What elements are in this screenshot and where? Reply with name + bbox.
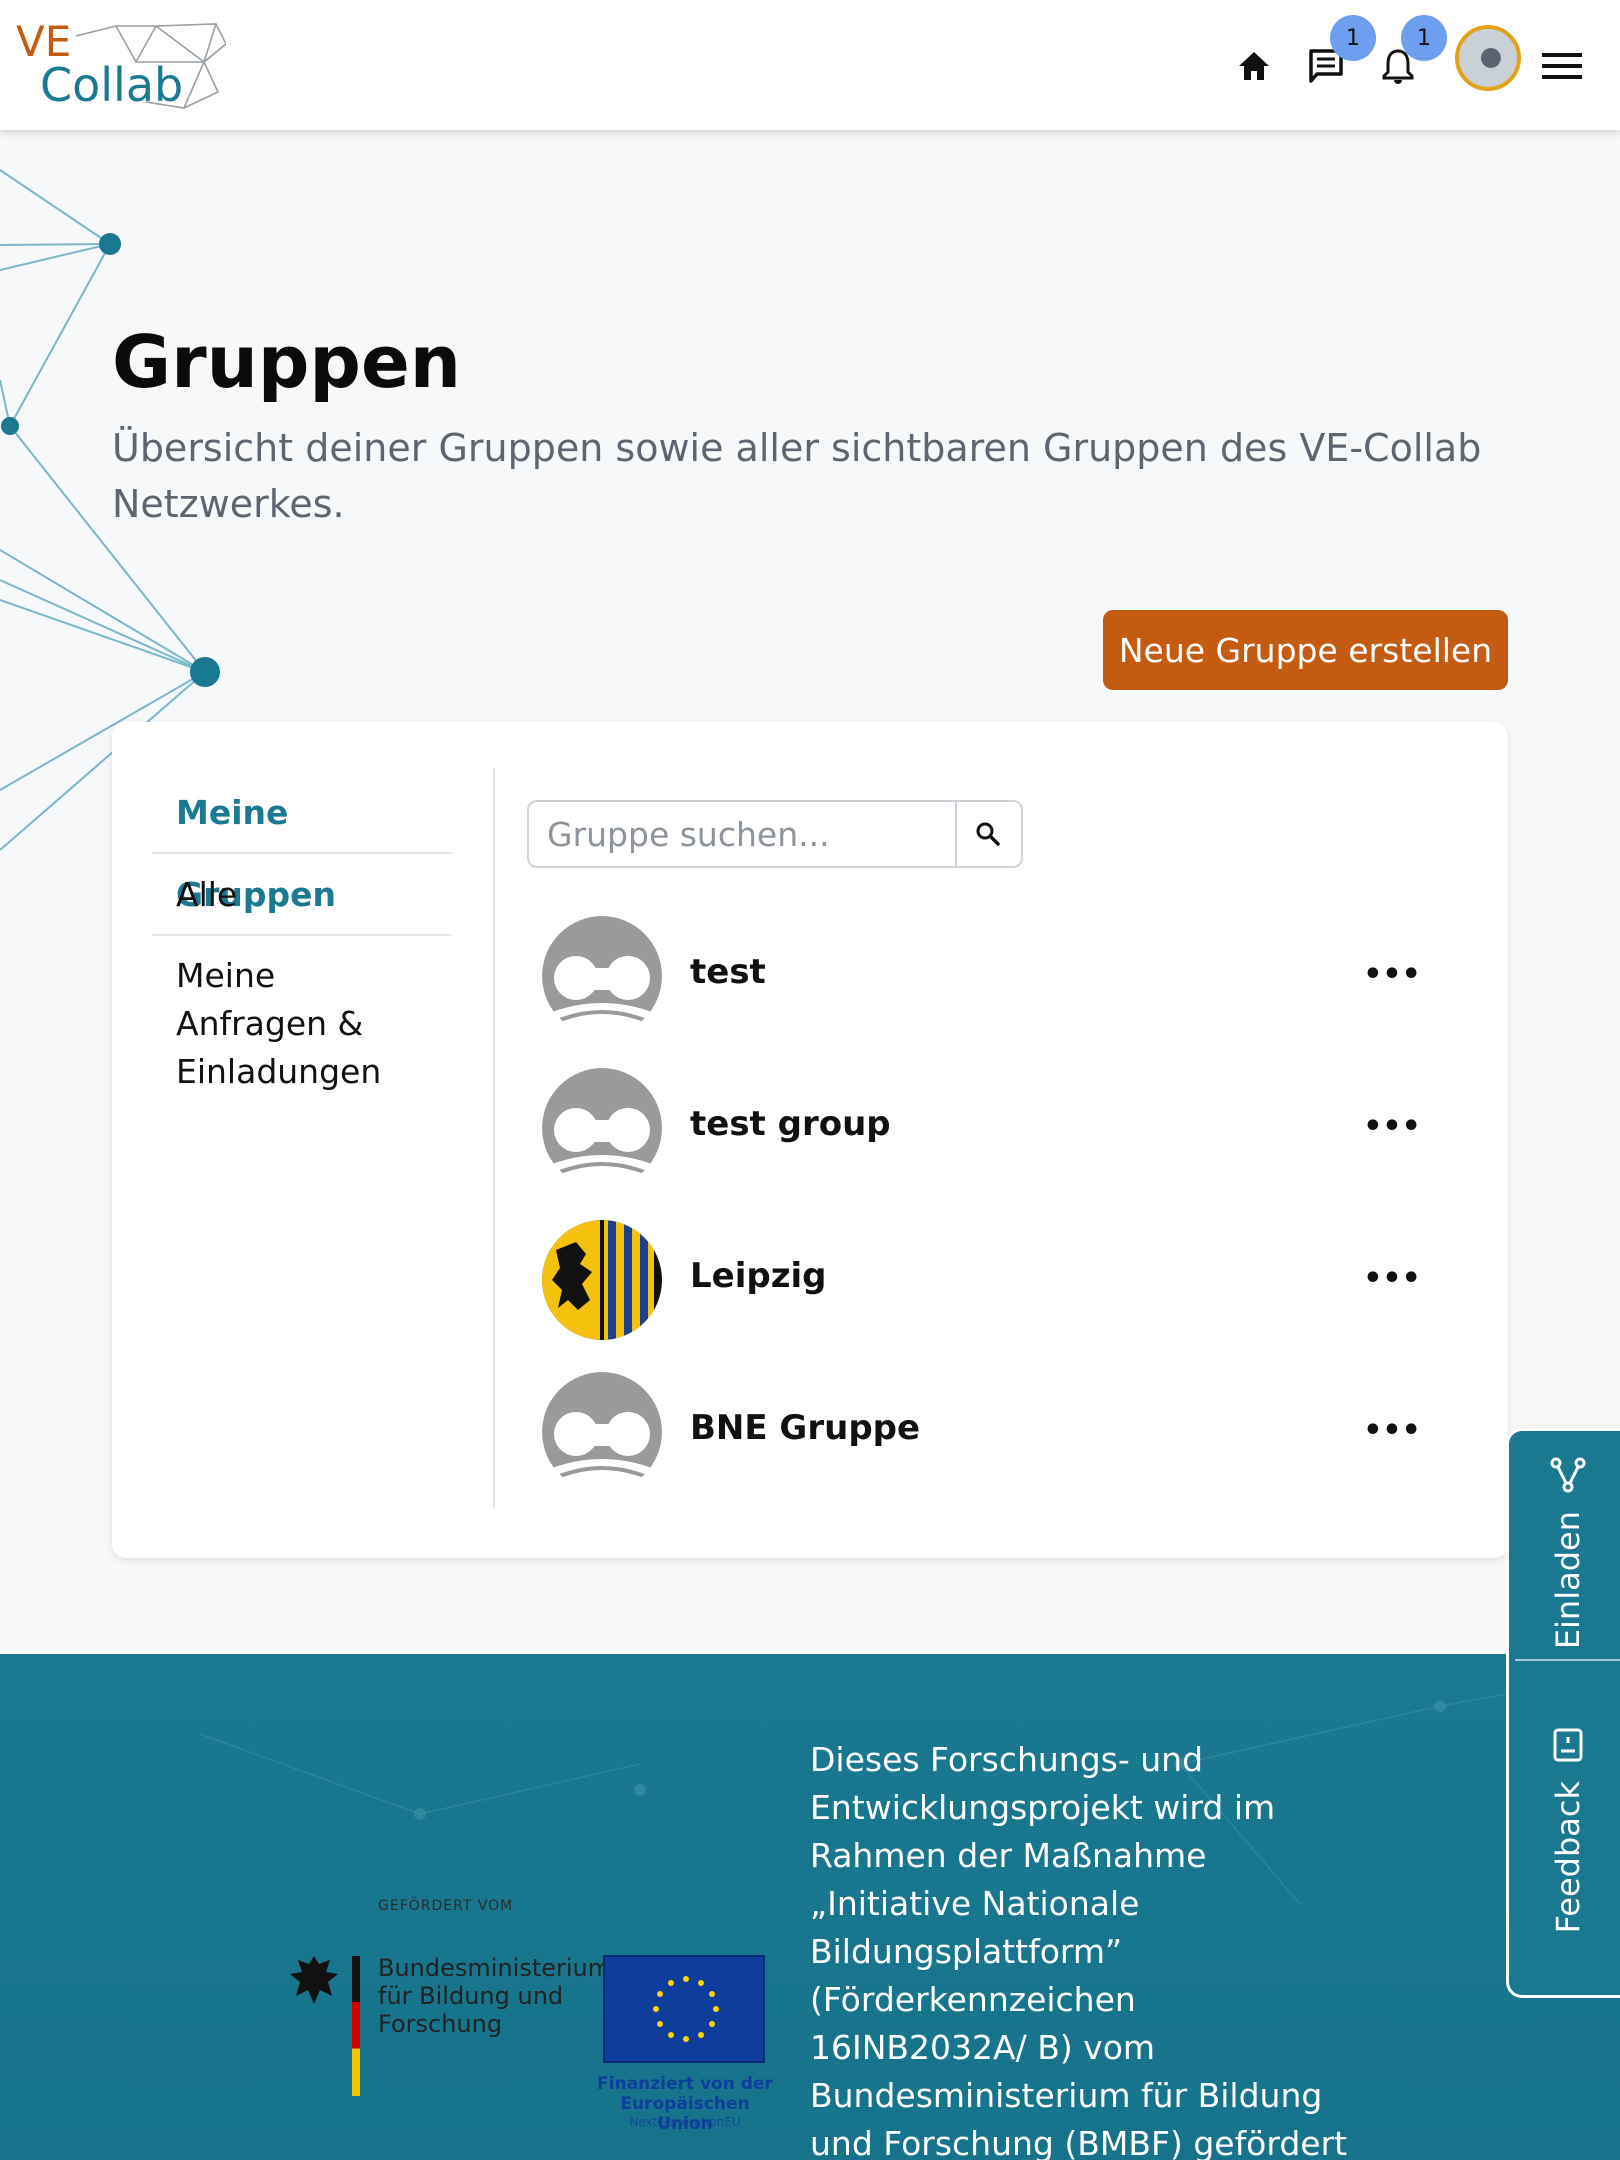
notifications-badge: 1 <box>1401 15 1447 61</box>
bmbf-logo: Bundesministerium für Bildung und Forsch… <box>286 1950 611 2100</box>
feedback-label: Feedback <box>1549 1781 1587 1934</box>
flag-stripe <box>352 1956 360 2096</box>
more-options-icon[interactable]: ••• <box>1362 1098 1422 1154</box>
bmbf-name: Bundesministerium für Bildung und Forsch… <box>378 1954 612 2038</box>
sidenav-item-my-groups[interactable]: Meine Gruppen <box>152 772 452 914</box>
group-name[interactable]: BNE Gruppe <box>690 1408 920 1448</box>
new-group-button[interactable]: Neue Gruppe erstellen <box>1103 610 1508 690</box>
eu-flag <box>603 1955 765 2063</box>
group-name[interactable]: test <box>690 952 766 992</box>
invite-tab[interactable]: Einladen <box>1509 1457 1620 1649</box>
funded-by-label: GEFÖRDERT VOM <box>378 1898 514 1914</box>
eu-stars-icon <box>653 1976 719 2042</box>
groups-card: Meine Gruppen Alle Meine Anfragen & Einl… <box>112 722 1508 1558</box>
page-title: Gruppen <box>112 320 462 404</box>
feedback-tab[interactable]: Feedback <box>1509 1727 1620 1933</box>
default-group-avatar-icon <box>542 916 662 1036</box>
default-group-avatar-icon <box>542 1068 662 1188</box>
more-options-icon[interactable]: ••• <box>1362 1402 1422 1458</box>
group-list-item[interactable]: Leipzig ••• <box>542 1220 1442 1344</box>
group-name[interactable]: Leipzig <box>690 1256 827 1296</box>
group-name[interactable]: test group <box>690 1104 891 1144</box>
tab-separator <box>1515 1659 1620 1661</box>
groups-sidenav: Meine Gruppen Alle Meine Anfragen & Einl… <box>152 772 452 1096</box>
page-subtitle: Übersicht deiner Gruppen sowie aller sic… <box>112 426 1482 526</box>
eu-next-generation-text: NextGenerationEU <box>629 2115 741 2129</box>
federal-eagle-icon <box>290 1956 338 2004</box>
vertical-divider <box>493 768 495 1508</box>
group-search-input[interactable] <box>529 802 957 866</box>
group-list-item[interactable]: BNE Gruppe ••• <box>542 1372 1442 1496</box>
ve-collab-logo[interactable]: VE Collab <box>16 18 226 113</box>
logo-collab-text: Collab <box>40 58 184 112</box>
search-icon <box>976 822 1000 846</box>
leipzig-coat-of-arms-icon <box>542 1220 662 1340</box>
user-avatar[interactable] <box>1455 25 1521 91</box>
group-search <box>527 800 1023 868</box>
group-list-item[interactable]: test group ••• <box>542 1068 1442 1192</box>
messages-badge: 1 <box>1330 15 1376 61</box>
default-group-avatar-icon <box>542 1372 662 1492</box>
invite-label: Einladen <box>1549 1511 1587 1650</box>
more-options-icon[interactable]: ••• <box>1362 1250 1422 1306</box>
feedback-icon <box>1553 1728 1583 1762</box>
top-header: VE Collab 1 1 <box>0 0 1620 130</box>
group-list-item[interactable]: test ••• <box>542 916 1442 1040</box>
home-icon[interactable] <box>1230 42 1278 90</box>
sidenav-item-requests-invitations[interactable]: Meine Anfragen & Einladungen <box>152 936 452 1096</box>
search-button[interactable] <box>955 802 1021 866</box>
hamburger-menu-icon[interactable] <box>1538 42 1586 90</box>
more-options-icon[interactable]: ••• <box>1362 946 1422 1002</box>
side-action-tab: Einladen Feedback <box>1506 1428 1620 1998</box>
funding-description: Dieses Forschungs- und Entwicklungsproje… <box>810 1740 1348 2160</box>
share-network-icon <box>1550 1457 1586 1493</box>
